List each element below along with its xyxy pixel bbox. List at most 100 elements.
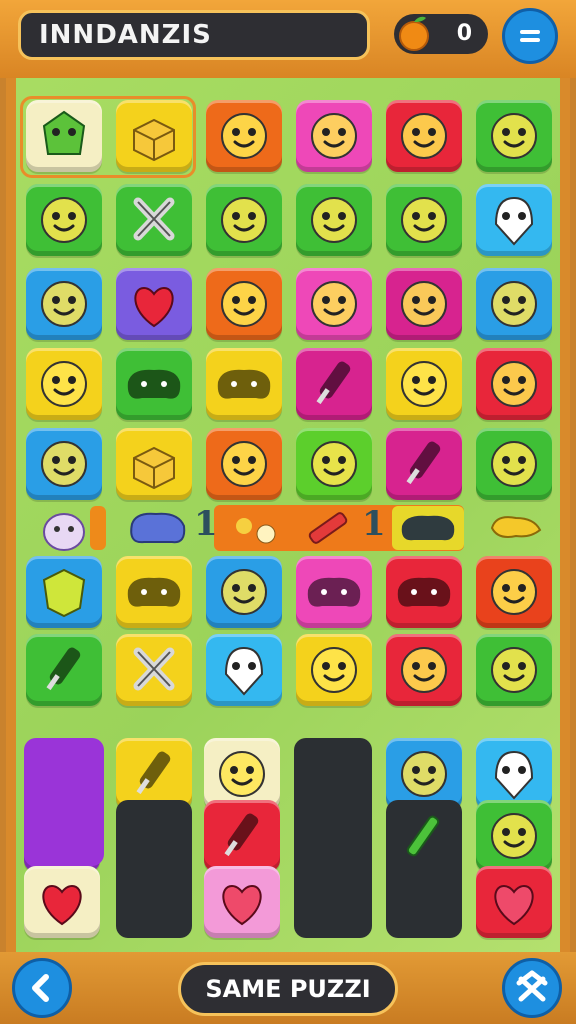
hamster-face-icon	[41, 361, 87, 407]
gamepad-icon	[397, 577, 451, 607]
game-tile[interactable]	[26, 184, 102, 256]
game-tile[interactable]	[386, 348, 462, 420]
game-tile[interactable]	[476, 428, 552, 500]
ghost-face-icon	[494, 196, 534, 246]
game-tile[interactable]	[116, 428, 192, 500]
cat-face-icon	[41, 441, 87, 487]
smiley-face-icon	[41, 197, 87, 243]
game-tile[interactable]	[206, 634, 282, 706]
game-tile[interactable]	[116, 556, 192, 628]
smiley-face-icon	[401, 647, 447, 693]
gamepad-icon	[217, 369, 271, 399]
heart-icon	[222, 884, 262, 926]
fish-face-icon	[221, 441, 267, 487]
smiley-face-icon	[491, 647, 537, 693]
game-tile[interactable]	[296, 634, 372, 706]
game-tile[interactable]	[476, 866, 552, 938]
heart-drop-icon	[134, 286, 174, 328]
slime-face-icon	[311, 281, 357, 327]
game-tile[interactable]	[296, 348, 372, 420]
game-tile[interactable]	[296, 556, 372, 628]
empty-slot-column[interactable]	[116, 800, 192, 938]
game-tile[interactable]	[206, 348, 282, 420]
game-tile[interactable]	[206, 100, 282, 172]
frog-face-icon	[401, 281, 447, 327]
empty-slot-column[interactable]	[294, 738, 372, 938]
game-tile[interactable]	[386, 268, 462, 340]
game-tile[interactable]	[26, 428, 102, 500]
gamepad-icon	[401, 515, 455, 541]
game-tile[interactable]	[476, 800, 552, 872]
shuffle-icon	[516, 970, 548, 1002]
fox-face-icon	[41, 281, 87, 327]
game-tile[interactable]	[476, 634, 552, 706]
cross-icon	[133, 647, 175, 691]
shuffle-button[interactable]	[502, 958, 562, 1018]
smiley-face-icon	[311, 647, 357, 693]
bunny-icon	[43, 506, 106, 551]
game-tile[interactable]	[24, 866, 100, 938]
game-tile[interactable]	[116, 634, 192, 706]
orange-fruit-icon	[396, 12, 432, 52]
game-tile[interactable]	[116, 268, 192, 340]
game-tile[interactable]	[204, 866, 280, 938]
gamepad-icon	[307, 577, 361, 607]
menu-button[interactable]	[502, 8, 558, 64]
game-tile[interactable]	[296, 184, 372, 256]
game-tile[interactable]	[476, 556, 552, 628]
game-tile[interactable]	[476, 268, 552, 340]
game-tile[interactable]	[386, 100, 462, 172]
blob-face-icon	[401, 361, 447, 407]
game-tile[interactable]	[116, 348, 192, 420]
game-tile[interactable]	[296, 268, 372, 340]
marker-icon	[46, 647, 81, 691]
apple-face-icon	[491, 569, 537, 615]
cat-face-icon	[221, 113, 267, 159]
marker-icon	[406, 815, 440, 857]
game-tile[interactable]	[476, 184, 552, 256]
game-tile[interactable]	[386, 184, 462, 256]
peach-face-icon	[491, 361, 537, 407]
game-tile[interactable]	[116, 184, 192, 256]
game-tile[interactable]	[26, 100, 102, 172]
menu-icon	[520, 30, 540, 42]
game-tile[interactable]	[116, 100, 192, 172]
back-button[interactable]	[12, 958, 72, 1018]
cross-icon	[133, 197, 175, 241]
game-tile[interactable]	[206, 268, 282, 340]
bunny-face-icon	[491, 281, 537, 327]
game-tile[interactable]	[386, 556, 462, 628]
game-tile[interactable]	[26, 634, 102, 706]
dog-icon	[491, 813, 537, 859]
game-tile[interactable]	[206, 556, 282, 628]
smiley-face-icon	[311, 197, 357, 243]
spiky-blob-icon	[401, 113, 447, 159]
fox-face-icon	[221, 569, 267, 615]
game-tile[interactable]	[476, 348, 552, 420]
game-tile[interactable]	[206, 428, 282, 500]
stacked-column[interactable]	[24, 738, 104, 866]
game-tile[interactable]	[476, 100, 552, 172]
green-gem-icon	[42, 110, 86, 155]
game-tile[interactable]	[296, 428, 372, 500]
level-title: INNDANZIS	[18, 10, 370, 60]
game-tile[interactable]	[206, 184, 282, 256]
game-tile[interactable]	[26, 268, 102, 340]
game-tile[interactable]	[204, 800, 280, 872]
shield-icon	[42, 568, 86, 618]
game-tile[interactable]	[386, 428, 462, 500]
game-tile[interactable]	[386, 634, 462, 706]
crayon-icon	[308, 512, 348, 544]
heart-icon	[494, 884, 534, 926]
racket-icon	[224, 813, 259, 857]
game-tile[interactable]	[296, 100, 372, 172]
slime-face-icon	[311, 441, 357, 487]
gamepad-icon	[127, 577, 181, 607]
same-puzzle-button[interactable]: SAME PUZZI	[178, 962, 398, 1016]
game-tile[interactable]	[26, 348, 102, 420]
game-tile[interactable]	[26, 556, 102, 628]
top-bar: INNDANZIS 0	[0, 0, 576, 78]
gamepad-icon	[130, 512, 186, 544]
apple-icon	[42, 884, 82, 926]
flower-icon	[236, 518, 276, 544]
